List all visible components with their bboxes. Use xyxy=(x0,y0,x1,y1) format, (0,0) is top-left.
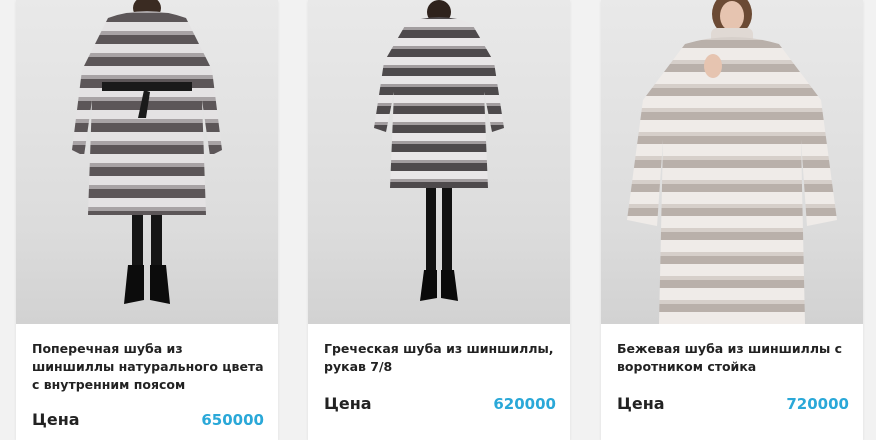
product-card[interactable]: Поперечная шуба из шиншиллы натурального… xyxy=(16,0,278,440)
price-label: Цена xyxy=(324,394,372,413)
price-value: 650000 xyxy=(201,411,264,429)
product-image[interactable] xyxy=(308,0,570,324)
price-row: Цена 650000 xyxy=(32,410,264,429)
product-grid: Поперечная шуба из шиншиллы натурального… xyxy=(0,0,876,440)
fur-coat-photo xyxy=(72,0,222,304)
product-image[interactable] xyxy=(601,0,863,324)
fur-coat-photo xyxy=(627,0,837,324)
price-value: 620000 xyxy=(493,395,556,413)
product-title[interactable]: Поперечная шуба из шиншиллы натурального… xyxy=(32,340,264,394)
price-row: Цена 720000 xyxy=(617,394,849,413)
price-row: Цена 620000 xyxy=(324,394,556,413)
price-value: 720000 xyxy=(786,395,849,413)
product-card[interactable]: Греческая шуба из шиншиллы, рукав 7/8 Це… xyxy=(308,0,570,440)
product-image[interactable] xyxy=(16,0,278,324)
price-label: Цена xyxy=(32,410,80,429)
product-title[interactable]: Бежевая шуба из шиншиллы с воротником ст… xyxy=(617,340,849,376)
product-title[interactable]: Греческая шуба из шиншиллы, рукав 7/8 xyxy=(324,340,556,376)
fur-coat-photo xyxy=(374,0,504,301)
price-label: Цена xyxy=(617,394,665,413)
product-card[interactable]: Бежевая шуба из шиншиллы с воротником ст… xyxy=(601,0,863,440)
